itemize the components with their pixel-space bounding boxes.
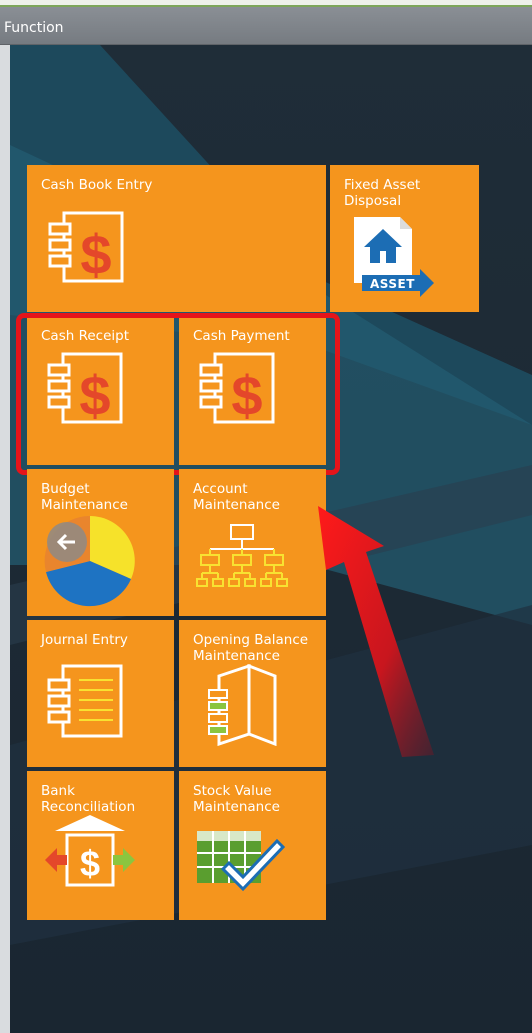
tile-bank-reconciliation[interactable]: Bank Reconciliation $ [27, 771, 174, 920]
svg-text:$: $ [80, 223, 111, 286]
tile-cash-book-entry[interactable]: Cash Book Entry $ [27, 165, 326, 312]
tile-label: Account Maintenance [193, 481, 280, 513]
folded-book-icon [208, 664, 277, 746]
asset-badge: ASSET [370, 277, 415, 291]
tile-opening-balance-maintenance[interactable]: Opening Balance Maintenance [179, 620, 326, 767]
tile-account-maintenance[interactable]: Account Maintenance [179, 469, 326, 616]
tile-fixed-asset-disposal[interactable]: Fixed Asset Disposal ASSET [330, 165, 479, 312]
tile-label: Opening Balance Maintenance [193, 632, 309, 664]
bank-reconcile-icon: $ [45, 815, 135, 887]
pie-chart-icon [44, 515, 135, 607]
tile-label: Bank Reconciliation [41, 783, 136, 815]
window-title: Function [0, 7, 532, 45]
journal-icon [47, 664, 123, 738]
highlight-box [16, 313, 340, 475]
tile-label: Fixed Asset Disposal [344, 177, 421, 209]
stock-sheet-icon [197, 831, 286, 892]
window-top-edge [0, 0, 532, 7]
left-border [0, 45, 10, 1033]
tile-journal-entry[interactable]: Journal Entry [27, 620, 174, 767]
tile-stock-value-maintenance[interactable]: Stock Value Maintenance [179, 771, 326, 920]
tile-label: Journal Entry [41, 632, 128, 648]
cash-book-icon: $ [48, 211, 124, 286]
svg-text:$: $ [80, 843, 100, 884]
tile-label: Cash Book Entry [41, 177, 153, 193]
tile-label: Budget Maintenance [41, 481, 128, 513]
tile-budget-maintenance[interactable]: Budget Maintenance [27, 469, 174, 616]
tile-label: Stock Value Maintenance [193, 783, 280, 815]
org-chart-icon [196, 524, 288, 587]
